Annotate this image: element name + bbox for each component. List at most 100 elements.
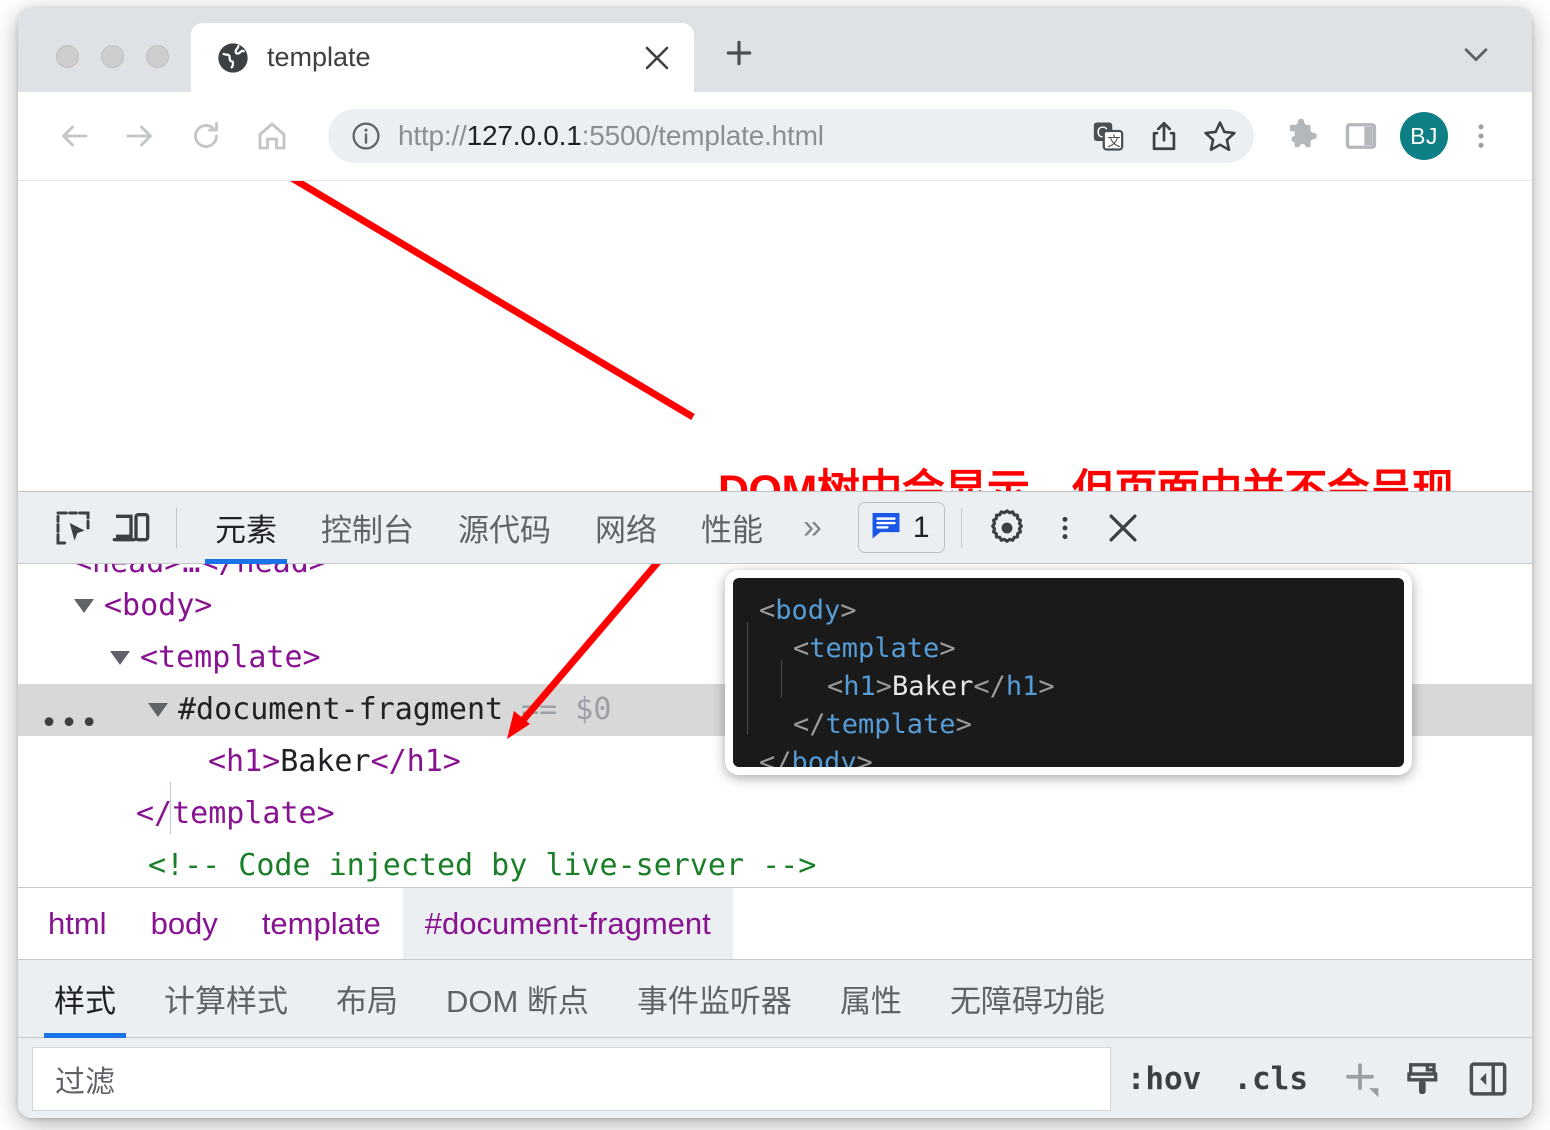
tab-dom-breakpoints[interactable]: DOM 断点 bbox=[422, 960, 613, 1038]
message-icon bbox=[869, 508, 903, 547]
breadcrumb-item-template[interactable]: template bbox=[240, 888, 403, 960]
devtools-tab-label: 元素 bbox=[215, 513, 277, 548]
force-state-button[interactable]: :hov bbox=[1111, 1061, 1218, 1097]
status-badge[interactable]: 1 bbox=[857, 502, 945, 553]
tooltip-line: </body> bbox=[759, 747, 873, 775]
devtools-panel: 元素 控制台 源代码 网络 性能 » 1 <body> <template> •… bbox=[18, 491, 1532, 1118]
element-classes-button[interactable]: .cls bbox=[1217, 1061, 1324, 1097]
tab-properties[interactable]: 属性 bbox=[816, 960, 926, 1038]
dom-row-text: <body> bbox=[104, 588, 213, 623]
dom-row-text: <template> bbox=[140, 640, 321, 675]
breadcrumb-item-document-fragment[interactable]: #document-fragment bbox=[402, 887, 733, 960]
styles-tabbar: 样式 计算样式 布局 DOM 断点 事件监听器 属性 无障碍功能 bbox=[18, 959, 1532, 1038]
toolbar-divider-2 bbox=[960, 507, 962, 548]
status-badge-count: 1 bbox=[912, 510, 930, 544]
sidebar-toggle-icon[interactable] bbox=[1460, 1051, 1516, 1107]
devtools-tab-label: 性能 bbox=[701, 513, 763, 548]
styles-filter-bar: 过滤 :hov .cls bbox=[18, 1037, 1532, 1118]
url-host: 127.0.0.1 bbox=[466, 120, 582, 151]
translate-icon[interactable]: G 文 bbox=[1082, 110, 1134, 162]
globe-icon bbox=[217, 42, 249, 74]
paint-brush-icon[interactable] bbox=[1396, 1051, 1452, 1107]
three-dots-vertical-icon[interactable] bbox=[1036, 499, 1094, 557]
tab-event-listeners[interactable]: 事件监听器 bbox=[613, 960, 816, 1038]
tree-guide-line bbox=[170, 782, 171, 834]
dom-row-text: Baker bbox=[280, 744, 371, 779]
tab-layout[interactable]: 布局 bbox=[312, 960, 422, 1038]
dom-row-suffix: == $0 bbox=[521, 692, 612, 727]
tooltip-line: <h1>Baker</h1> bbox=[827, 671, 1055, 702]
browser-tab[interactable]: template bbox=[191, 23, 694, 92]
close-icon[interactable] bbox=[1094, 499, 1152, 557]
tab-computed[interactable]: 计算样式 bbox=[140, 960, 312, 1038]
three-dots-vertical-icon[interactable] bbox=[1454, 109, 1508, 163]
devtools-tab-label: 控制台 bbox=[321, 513, 414, 548]
devtools-tab-console[interactable]: 控制台 bbox=[299, 492, 436, 564]
arrow-right-icon[interactable] bbox=[114, 110, 166, 162]
side-panel-icon[interactable] bbox=[1334, 109, 1388, 163]
info-circle-icon[interactable] bbox=[350, 120, 382, 152]
annotation-arrows bbox=[289, 181, 695, 421]
inspect-element-icon[interactable] bbox=[44, 499, 102, 557]
devtools-tab-performance[interactable]: 性能 bbox=[679, 492, 785, 564]
dom-row-text: <!-- Code injected by live-server --> bbox=[148, 848, 817, 883]
tooltip-line: <template> bbox=[793, 633, 956, 664]
star-icon[interactable] bbox=[1194, 110, 1246, 162]
tab-strip: template bbox=[18, 8, 1532, 92]
device-toolbar-icon[interactable] bbox=[102, 499, 160, 557]
dom-row-text: #document-fragment bbox=[178, 692, 504, 727]
filter-input[interactable]: 过滤 bbox=[32, 1046, 1111, 1111]
new-tab-button[interactable] bbox=[716, 30, 762, 76]
tab-title: template bbox=[267, 42, 371, 72]
dom-row-text: <head>…</head> bbox=[74, 564, 327, 580]
reload-icon[interactable] bbox=[180, 110, 232, 162]
dom-row[interactable]: <!-- Code injected by live-server --> bbox=[18, 840, 1532, 887]
share-icon[interactable] bbox=[1138, 110, 1190, 162]
expand-triangle-icon[interactable] bbox=[148, 703, 168, 717]
devtools-tab-sources[interactable]: 源代码 bbox=[436, 492, 573, 564]
arrow-left-icon[interactable] bbox=[48, 110, 100, 162]
close-window-button[interactable] bbox=[56, 45, 79, 68]
url-path: :5500/template.html bbox=[581, 120, 824, 151]
gear-icon[interactable] bbox=[978, 499, 1036, 557]
tooltip-line: </template> bbox=[793, 709, 972, 740]
breadcrumb-item-body[interactable]: body bbox=[129, 888, 240, 960]
avatar[interactable]: BJ bbox=[1400, 112, 1448, 160]
close-icon[interactable] bbox=[640, 41, 674, 75]
maximize-window-button[interactable] bbox=[146, 45, 169, 68]
tab-styles[interactable]: 样式 bbox=[30, 960, 140, 1038]
dom-tree[interactable]: <head>…</head> <body> <template> ••• #do… bbox=[18, 564, 1532, 887]
tooltip-guide bbox=[747, 622, 748, 734]
omnibox-actions: G 文 bbox=[1082, 110, 1246, 162]
devtools-tab-label: 源代码 bbox=[458, 513, 551, 548]
devtools-tab-network[interactable]: 网络 bbox=[573, 492, 679, 564]
url-scheme: http:// bbox=[398, 120, 467, 151]
home-icon[interactable] bbox=[246, 110, 298, 162]
browser-toolbar: http://127.0.0.1:5500/template.html G 文 bbox=[18, 92, 1532, 181]
address-bar[interactable]: http://127.0.0.1:5500/template.html G 文 bbox=[328, 109, 1254, 163]
dom-row[interactable]: </template> bbox=[18, 788, 1532, 840]
chevron-down-icon[interactable] bbox=[1454, 32, 1498, 76]
page-viewport: DOM树中会显示，但页面中并不会呈现 bbox=[18, 181, 1532, 491]
devtools-tab-elements[interactable]: 元素 bbox=[193, 492, 299, 564]
toolbar-divider bbox=[176, 507, 177, 548]
window-traffic-lights bbox=[56, 45, 169, 68]
dom-row-open-tag: <h1> bbox=[208, 744, 281, 779]
devtools-tab-label: 网络 bbox=[595, 513, 657, 548]
breadcrumb: html body template #document-fragment bbox=[18, 887, 1532, 960]
breadcrumb-item-html[interactable]: html bbox=[26, 888, 129, 960]
devtools-tabs-overflow-button[interactable]: » bbox=[785, 492, 840, 564]
plus-icon[interactable] bbox=[1332, 1051, 1388, 1107]
minimize-window-button[interactable] bbox=[101, 45, 124, 68]
filter-input-placeholder: 过滤 bbox=[55, 1065, 115, 1099]
tab-accessibility[interactable]: 无障碍功能 bbox=[926, 960, 1129, 1038]
svg-text:文: 文 bbox=[1107, 134, 1120, 149]
dom-row-text: </template> bbox=[136, 796, 335, 831]
puzzle-icon[interactable] bbox=[1274, 109, 1328, 163]
screenshot-root: template http://127.0.0.1:5500/template.… bbox=[0, 0, 1550, 1130]
dom-preview-tooltip: <body> <template> <h1>Baker</h1> </templ… bbox=[725, 570, 1412, 775]
expand-triangle-icon[interactable] bbox=[110, 651, 130, 665]
expand-triangle-icon[interactable] bbox=[74, 599, 94, 613]
address-bar-url: http://127.0.0.1:5500/template.html bbox=[398, 120, 1082, 152]
devtools-toolbar: 元素 控制台 源代码 网络 性能 » 1 bbox=[18, 492, 1532, 564]
